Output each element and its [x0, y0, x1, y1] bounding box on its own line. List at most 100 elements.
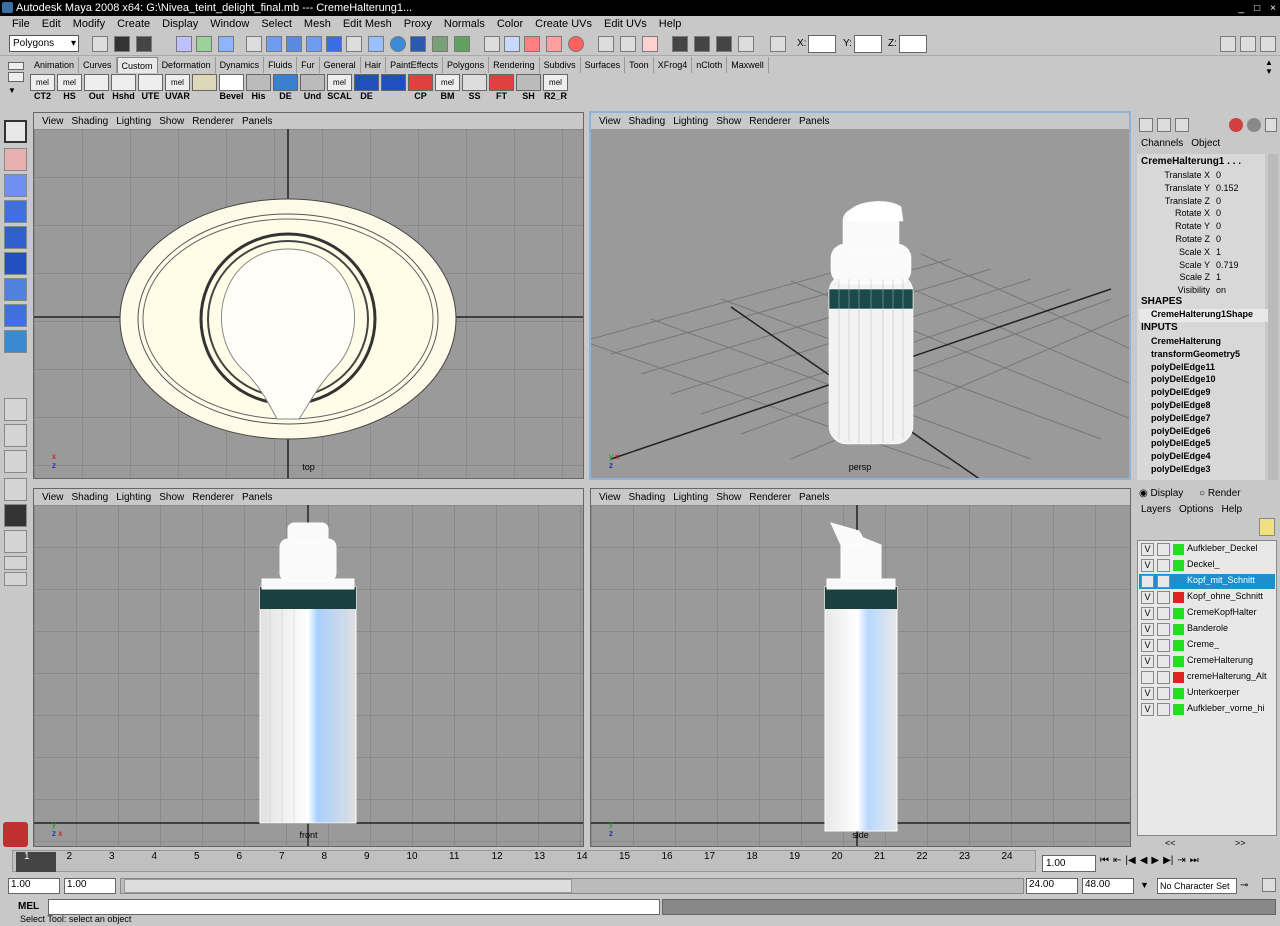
input-node[interactable]: polyDelEdge3: [1151, 464, 1211, 474]
shelf-button-und[interactable]: Und: [300, 74, 325, 103]
outliner-layout-icon[interactable]: [4, 450, 27, 473]
maximize-button[interactable]: □: [1254, 1, 1260, 15]
input-node[interactable]: polyDelEdge7: [1151, 413, 1211, 423]
layer-help-menu[interactable]: Help: [1221, 504, 1242, 515]
shelf-button-item-6[interactable]: [192, 74, 217, 103]
channel-value[interactable]: 0: [1216, 208, 1221, 218]
visibility-toggle[interactable]: V: [1141, 543, 1154, 556]
channel-row[interactable]: Rotate Y 0: [1140, 221, 1275, 234]
render-view-icon[interactable]: [672, 36, 688, 52]
persp-outliner-layout-icon[interactable]: [4, 530, 27, 553]
scroll-right-icon[interactable]: >>: [1235, 838, 1246, 848]
pick-handle-icon[interactable]: [266, 36, 282, 52]
play-back-icon[interactable]: ◀: [1140, 855, 1148, 866]
menu-create-uvs[interactable]: Create UVs: [529, 16, 598, 32]
snap-grid-icon[interactable]: [484, 36, 500, 52]
layer-row[interactable]: V Banderole: [1139, 622, 1275, 637]
panel-panels-menu[interactable]: Panels: [795, 492, 834, 503]
shelf-button-uvar[interactable]: mel UVAR: [165, 74, 190, 103]
step-forward-key-icon[interactable]: ⇥: [1177, 855, 1185, 866]
viewport-side[interactable]: View Shading Lighting Show Renderer Pane…: [590, 488, 1131, 847]
shelf-tab-polygons[interactable]: Polygons: [443, 57, 490, 73]
channel-value[interactable]: 1: [1216, 272, 1221, 282]
shelf-tab-painteffects[interactable]: PaintEffects: [386, 57, 444, 73]
display-radio[interactable]: ◉ Display: [1139, 488, 1183, 499]
playback-toggle[interactable]: [1157, 687, 1170, 700]
input-mode-icon[interactable]: [770, 36, 786, 52]
shelf-tab-ncloth[interactable]: nCloth: [692, 57, 728, 73]
mel-label[interactable]: MEL: [18, 901, 39, 912]
input-node[interactable]: polyDelEdge5: [1151, 438, 1211, 448]
panel-renderer-menu[interactable]: Renderer: [745, 116, 795, 127]
playback-toggle[interactable]: [1157, 655, 1170, 668]
playback-end-field[interactable]: 24.00: [1026, 878, 1078, 894]
menu-file[interactable]: File: [6, 16, 36, 32]
panel-view-menu[interactable]: View: [38, 116, 68, 127]
playback-start-field[interactable]: 1.00: [64, 878, 116, 894]
shelf-button-ft[interactable]: FT: [489, 74, 514, 103]
channel-value[interactable]: 0: [1216, 170, 1221, 180]
mel-input[interactable]: [48, 899, 660, 915]
select-hierarchy-icon[interactable]: [176, 36, 192, 52]
playback-toggle[interactable]: [1157, 639, 1170, 652]
viewport-persp[interactable]: View Shading Lighting Show Renderer Pane…: [589, 111, 1131, 480]
panel-panels-menu[interactable]: Panels: [238, 116, 277, 127]
viewport-front[interactable]: View Shading Lighting Show Renderer Pane…: [33, 488, 584, 847]
select-object-icon[interactable]: [196, 36, 212, 52]
menu-select[interactable]: Select: [255, 16, 298, 32]
shelf-tab-animation[interactable]: Animation: [30, 57, 80, 73]
layer-row[interactable]: cremeHalterung_Alt: [1139, 670, 1275, 685]
panel-lighting-menu[interactable]: Lighting: [112, 116, 155, 127]
pick-joint-icon[interactable]: [286, 36, 302, 52]
input-node[interactable]: polyDelEdge6: [1151, 426, 1211, 436]
pick-curve-icon[interactable]: [306, 36, 322, 52]
scroll-left-icon[interactable]: <<: [1165, 838, 1176, 848]
visibility-toggle[interactable]: V: [1141, 703, 1154, 716]
shelf-tab-deformation[interactable]: Deformation: [158, 57, 216, 73]
object-menu[interactable]: Object: [1191, 138, 1220, 149]
panel-lighting-menu[interactable]: Lighting: [669, 116, 712, 127]
shelf-button-r2_r[interactable]: mel R2_R: [543, 74, 568, 103]
channel-value[interactable]: 0.719: [1216, 260, 1239, 270]
input-node[interactable]: polyDelEdge11: [1151, 362, 1215, 372]
pick-misc-icon[interactable]: [432, 36, 448, 52]
visibility-toggle[interactable]: V: [1141, 687, 1154, 700]
start-time-field[interactable]: 1.00: [8, 878, 60, 894]
shelf-button-de[interactable]: DE: [273, 74, 298, 103]
shelf-tab-toon[interactable]: Toon: [625, 57, 654, 73]
select-component-icon[interactable]: [218, 36, 234, 52]
select-tool-icon[interactable]: [4, 120, 27, 143]
manipulator-tool-icon[interactable]: [4, 278, 27, 301]
menu-display[interactable]: Display: [156, 16, 204, 32]
channel-row[interactable]: Translate Z 0: [1140, 196, 1275, 209]
shelf-tab-general[interactable]: General: [320, 57, 361, 73]
viewport-top[interactable]: View Shading Lighting Show Renderer Pane…: [33, 112, 584, 479]
layer-color-swatch[interactable]: [1173, 608, 1184, 619]
lasso-tool-icon[interactable]: [4, 148, 27, 171]
shelf-tab-hair[interactable]: Hair: [361, 57, 387, 73]
pick-render-icon[interactable]: [390, 36, 406, 52]
history-toggle-icon[interactable]: [642, 36, 658, 52]
panel-renderer-menu[interactable]: Renderer: [188, 116, 238, 127]
shape-row[interactable]: CremeHalterung1Shape: [1139, 309, 1271, 322]
panel-view-menu[interactable]: View: [595, 116, 625, 127]
shelf-tab-subdivs[interactable]: Subdivs: [540, 57, 581, 73]
panel-shading-menu[interactable]: Shading: [68, 492, 113, 503]
layer-color-swatch[interactable]: [1173, 640, 1184, 651]
channel-box-icon[interactable]: [1139, 118, 1153, 132]
playback-toggle[interactable]: [1157, 543, 1170, 556]
channels-menu[interactable]: Channels: [1141, 138, 1183, 149]
panel-lighting-menu[interactable]: Lighting: [669, 492, 712, 503]
x-field[interactable]: [808, 35, 836, 53]
open-scene-icon[interactable]: [114, 36, 130, 52]
layer-row[interactable]: V Creme_: [1139, 638, 1275, 653]
playback-toggle[interactable]: [1157, 559, 1170, 572]
move-tool-icon[interactable]: [4, 200, 27, 223]
lock-selection-icon[interactable]: [454, 36, 470, 52]
menu-window[interactable]: Window: [204, 16, 255, 32]
shelf-button-out[interactable]: Out: [84, 74, 109, 103]
shelf-button-cp[interactable]: CP: [408, 74, 433, 103]
menu-edit[interactable]: Edit: [36, 16, 67, 32]
channel-row[interactable]: Visibility on: [1140, 285, 1275, 298]
layer-color-swatch[interactable]: [1173, 672, 1184, 683]
